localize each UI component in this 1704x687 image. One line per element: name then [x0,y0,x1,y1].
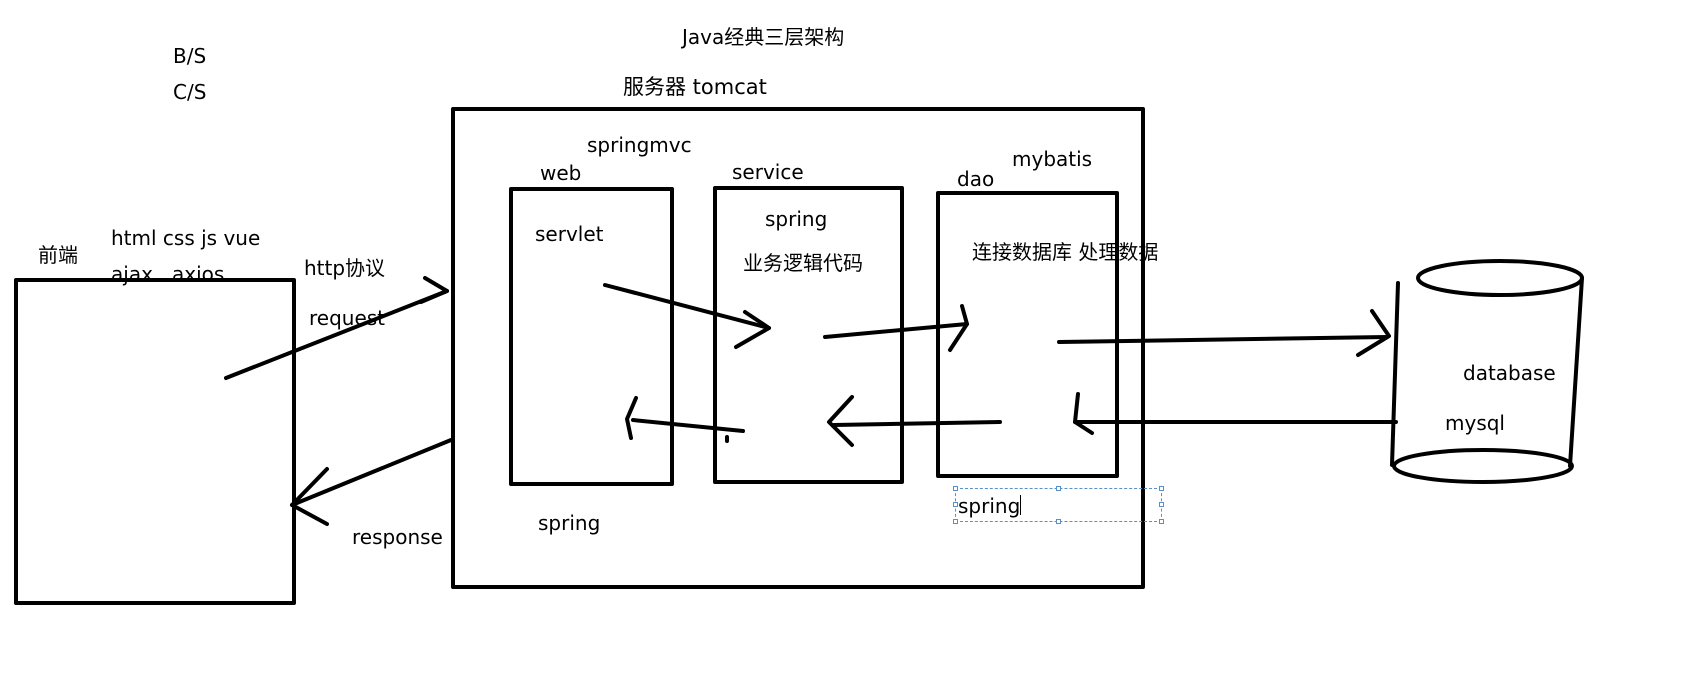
response-label: response [352,525,443,549]
web-to-service-arrow [603,283,771,349]
resize-handle-tr[interactable] [1159,486,1164,491]
resize-handle-tm[interactable] [1056,486,1061,491]
spring-bottom-label: spring [538,511,601,535]
service-layer-box [713,186,904,484]
service-description: 业务逻辑代码 [743,251,863,275]
request-label: request [309,306,386,330]
service-layer-label: service [732,160,804,184]
web-layer-label: web [540,161,582,185]
frontend-box [14,278,296,605]
arch-type-cs: C/S [173,80,207,104]
database-to-dao-arrow [1073,392,1398,435]
resize-handle-mr[interactable] [1159,502,1164,507]
resize-handle-tl[interactable] [953,486,958,491]
server-label: 服务器 tomcat [623,75,767,99]
mybatis-label: mybatis [1012,147,1093,171]
mysql-label: mysql [1445,411,1505,435]
frontend-label: 前端 [38,243,78,267]
resize-handle-br[interactable] [1159,519,1164,524]
service-to-web-arrow [625,396,745,443]
dao-description: 连接数据库 处理数据 [972,240,1159,264]
text-caret [1020,495,1021,515]
dao-to-database-arrow [1057,309,1391,357]
diagram-title: Java经典三层架构 [682,25,845,49]
text-edit-box[interactable]: spring [953,486,1164,524]
frontend-tech-line1: html css js vue [111,226,261,250]
frontend-tech-line2: ajax.. axios.. [111,262,237,286]
arch-type-bs: B/S [173,44,207,68]
springmvc-label: springmvc [587,133,692,157]
dao-layer-label: dao [957,167,995,191]
resize-handle-bm[interactable] [1056,519,1061,524]
editing-spring-label[interactable]: spring [958,496,1020,516]
servlet-label: servlet [535,222,604,246]
service-to-dao-arrow [823,304,969,352]
database-label: database [1463,361,1556,385]
service-spring-label: spring [765,207,828,231]
dao-to-service-arrow [827,395,1002,447]
resize-handle-bl[interactable] [953,519,958,524]
diagram-canvas [14,107,1584,605]
http-protocol-label: http协议 [304,256,386,280]
response-arrow [290,438,453,526]
